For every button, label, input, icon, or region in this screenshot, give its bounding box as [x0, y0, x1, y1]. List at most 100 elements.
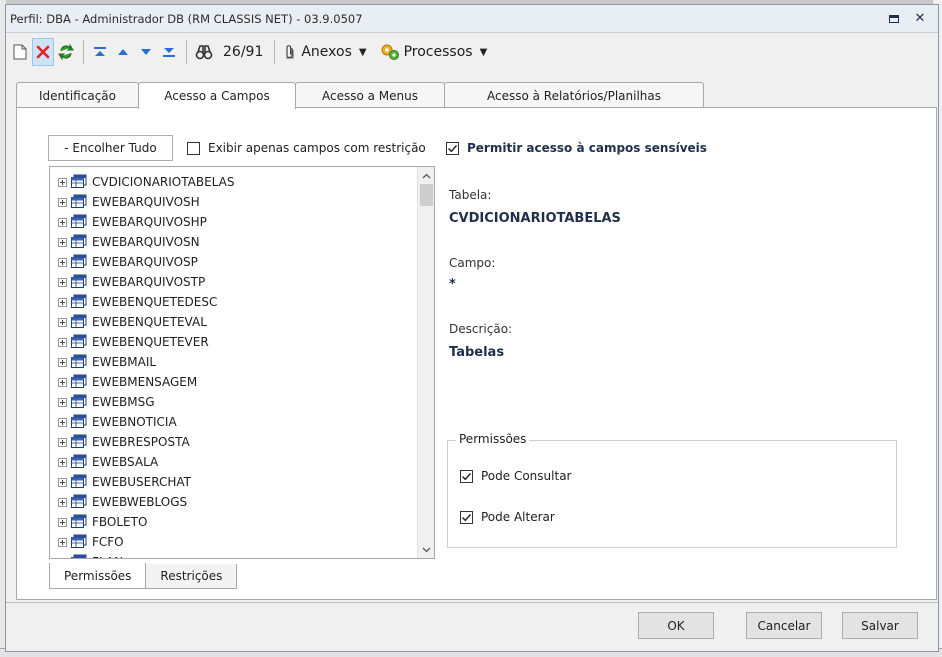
- new-record-button[interactable]: [9, 38, 31, 66]
- tree-scrollbar[interactable]: [417, 167, 434, 558]
- tree-item[interactable]: EWEBMSG: [58, 392, 416, 412]
- scroll-down-arrow[interactable]: [418, 541, 434, 558]
- table-icon: [71, 194, 87, 211]
- previous-record-button[interactable]: [112, 38, 134, 66]
- tree-item[interactable]: EWEBENQUETEVAL: [58, 312, 416, 332]
- window-title: Perfil: DBA - Administrador DB (RM CLASS…: [10, 11, 363, 26]
- tree-item[interactable]: EWEBARQUIVOSTP: [58, 272, 416, 292]
- tree-item[interactable]: EWEBARQUIVOSP: [58, 252, 416, 272]
- attachments-button[interactable]: Anexos ▼: [280, 38, 369, 66]
- expand-plus-icon[interactable]: [58, 397, 67, 407]
- can-query-checkbox[interactable]: [460, 469, 473, 483]
- expand-plus-icon[interactable]: [58, 237, 67, 247]
- tree-item[interactable]: CVDICIONARIOTABELAS: [58, 172, 416, 192]
- table-icon: [71, 474, 87, 491]
- expand-plus-icon[interactable]: [58, 277, 67, 287]
- expand-plus-icon[interactable]: [58, 517, 67, 527]
- toolbar: 26/91 Anexos ▼ Processos ▼: [6, 33, 938, 71]
- save-button[interactable]: Salvar: [842, 612, 918, 639]
- only-restricted-toggle[interactable]: Exibir apenas campos com restrição: [187, 141, 426, 155]
- table-icon: [71, 254, 87, 271]
- expand-plus-icon[interactable]: [58, 557, 67, 558]
- binoculars-icon: [195, 45, 213, 60]
- last-record-button[interactable]: [158, 38, 180, 66]
- tree-item[interactable]: EWEBWEBLOGS: [58, 492, 416, 512]
- tab-restricoes[interactable]: Restrições: [145, 564, 238, 589]
- close-button[interactable]: ✕: [912, 11, 928, 27]
- permissions-legend: Permissões: [456, 432, 530, 446]
- tree-item[interactable]: EWEBNOTICIA: [58, 412, 416, 432]
- scroll-up-arrow[interactable]: [418, 167, 434, 184]
- first-record-icon: [94, 47, 106, 56]
- tree-item[interactable]: FBOLETO: [58, 512, 416, 532]
- sensitive-access-label: Permitir acesso à campos sensíveis: [467, 141, 707, 155]
- permissions-group: Permissões Pode Consultar Pode Alterar: [447, 432, 897, 548]
- next-record-button[interactable]: [135, 38, 157, 66]
- expand-plus-icon[interactable]: [58, 457, 67, 467]
- field-label: Campo:: [449, 256, 496, 270]
- tab-acesso-campos[interactable]: Acesso a Campos: [138, 82, 296, 109]
- maximize-button[interactable]: [886, 11, 902, 27]
- tab-acesso-menus[interactable]: Acesso a Menus: [295, 82, 445, 108]
- expand-plus-icon[interactable]: [58, 177, 67, 187]
- tree-item-label: FBOLETO: [92, 515, 148, 529]
- can-edit-toggle[interactable]: Pode Alterar: [460, 510, 555, 524]
- can-edit-checkbox[interactable]: [460, 510, 473, 524]
- tree-item[interactable]: EWEBMENSAGEM: [58, 372, 416, 392]
- tree-item[interactable]: FLAN: [58, 552, 416, 558]
- attachments-label: Anexos: [301, 44, 352, 60]
- tree-list: CVDICIONARIOTABELAS EWEBARQUIVOSH EWEBARQU…: [58, 172, 416, 558]
- tree-item[interactable]: FCFO: [58, 532, 416, 552]
- tree-item-label: CVDICIONARIOTABELAS: [92, 175, 235, 189]
- next-record-icon: [141, 49, 151, 55]
- expand-plus-icon[interactable]: [58, 217, 67, 227]
- expand-plus-icon[interactable]: [58, 537, 67, 547]
- tab-permissoes[interactable]: Permissões: [49, 563, 147, 589]
- scroll-thumb[interactable]: [420, 184, 433, 206]
- sensitive-access-checkbox[interactable]: [446, 141, 459, 155]
- tab-identificacao[interactable]: Identificação: [16, 82, 139, 108]
- can-query-toggle[interactable]: Pode Consultar: [460, 469, 571, 483]
- only-restricted-checkbox[interactable]: [187, 141, 200, 155]
- expand-plus-icon[interactable]: [58, 337, 67, 347]
- expand-plus-icon[interactable]: [58, 317, 67, 327]
- tree-item[interactable]: EWEBARQUIVOSH: [58, 192, 416, 212]
- cancel-button[interactable]: Cancelar: [746, 612, 822, 639]
- delete-x-icon: [36, 45, 50, 59]
- tree-item[interactable]: EWEBRESPOSTA: [58, 432, 416, 452]
- tree-item[interactable]: EWEBUSERCHAT: [58, 472, 416, 492]
- expand-plus-icon[interactable]: [58, 377, 67, 387]
- title-bar: Perfil: DBA - Administrador DB (RM CLASS…: [6, 5, 938, 33]
- tree-item[interactable]: EWEBENQUETEDESC: [58, 292, 416, 312]
- tree-item-label: EWEBARQUIVOSH: [92, 195, 200, 209]
- expand-plus-icon[interactable]: [58, 197, 67, 207]
- refresh-button[interactable]: [55, 38, 77, 66]
- can-edit-label: Pode Alterar: [481, 510, 555, 524]
- tree-item[interactable]: EWEBSALA: [58, 452, 416, 472]
- tree-item[interactable]: EWEBARQUIVOSHP: [58, 212, 416, 232]
- expand-plus-icon[interactable]: [58, 297, 67, 307]
- collapse-all-button[interactable]: - Encolher Tudo: [48, 135, 173, 161]
- tree-item-label: EWEBMENSAGEM: [92, 375, 198, 389]
- first-record-button[interactable]: [89, 38, 111, 66]
- tab-acesso-relatorios[interactable]: Acesso à Relatórios/Planilhas: [444, 82, 704, 108]
- tree-item[interactable]: EWEBENQUETEVER: [58, 332, 416, 352]
- expand-plus-icon[interactable]: [58, 437, 67, 447]
- expand-plus-icon[interactable]: [58, 417, 67, 427]
- processes-button[interactable]: Processos ▼: [377, 38, 491, 66]
- expand-plus-icon[interactable]: [58, 257, 67, 267]
- ok-button[interactable]: OK: [638, 612, 714, 639]
- table-icon: [71, 314, 87, 331]
- tree-item[interactable]: EWEBMAIL: [58, 352, 416, 372]
- expand-plus-icon[interactable]: [58, 477, 67, 487]
- expand-plus-icon[interactable]: [58, 497, 67, 507]
- tables-tree: CVDICIONARIOTABELAS EWEBARQUIVOSH EWEBARQU…: [49, 166, 435, 559]
- expand-plus-icon[interactable]: [58, 357, 67, 367]
- processes-label: Processos: [403, 44, 473, 60]
- sensitive-access-toggle[interactable]: Permitir acesso à campos sensíveis: [446, 141, 707, 155]
- tree-item-label: FLAN: [92, 555, 123, 558]
- search-button[interactable]: [192, 38, 216, 66]
- tree-item[interactable]: EWEBARQUIVOSN: [58, 232, 416, 252]
- delete-record-button[interactable]: [32, 38, 54, 66]
- last-record-icon: [163, 48, 175, 57]
